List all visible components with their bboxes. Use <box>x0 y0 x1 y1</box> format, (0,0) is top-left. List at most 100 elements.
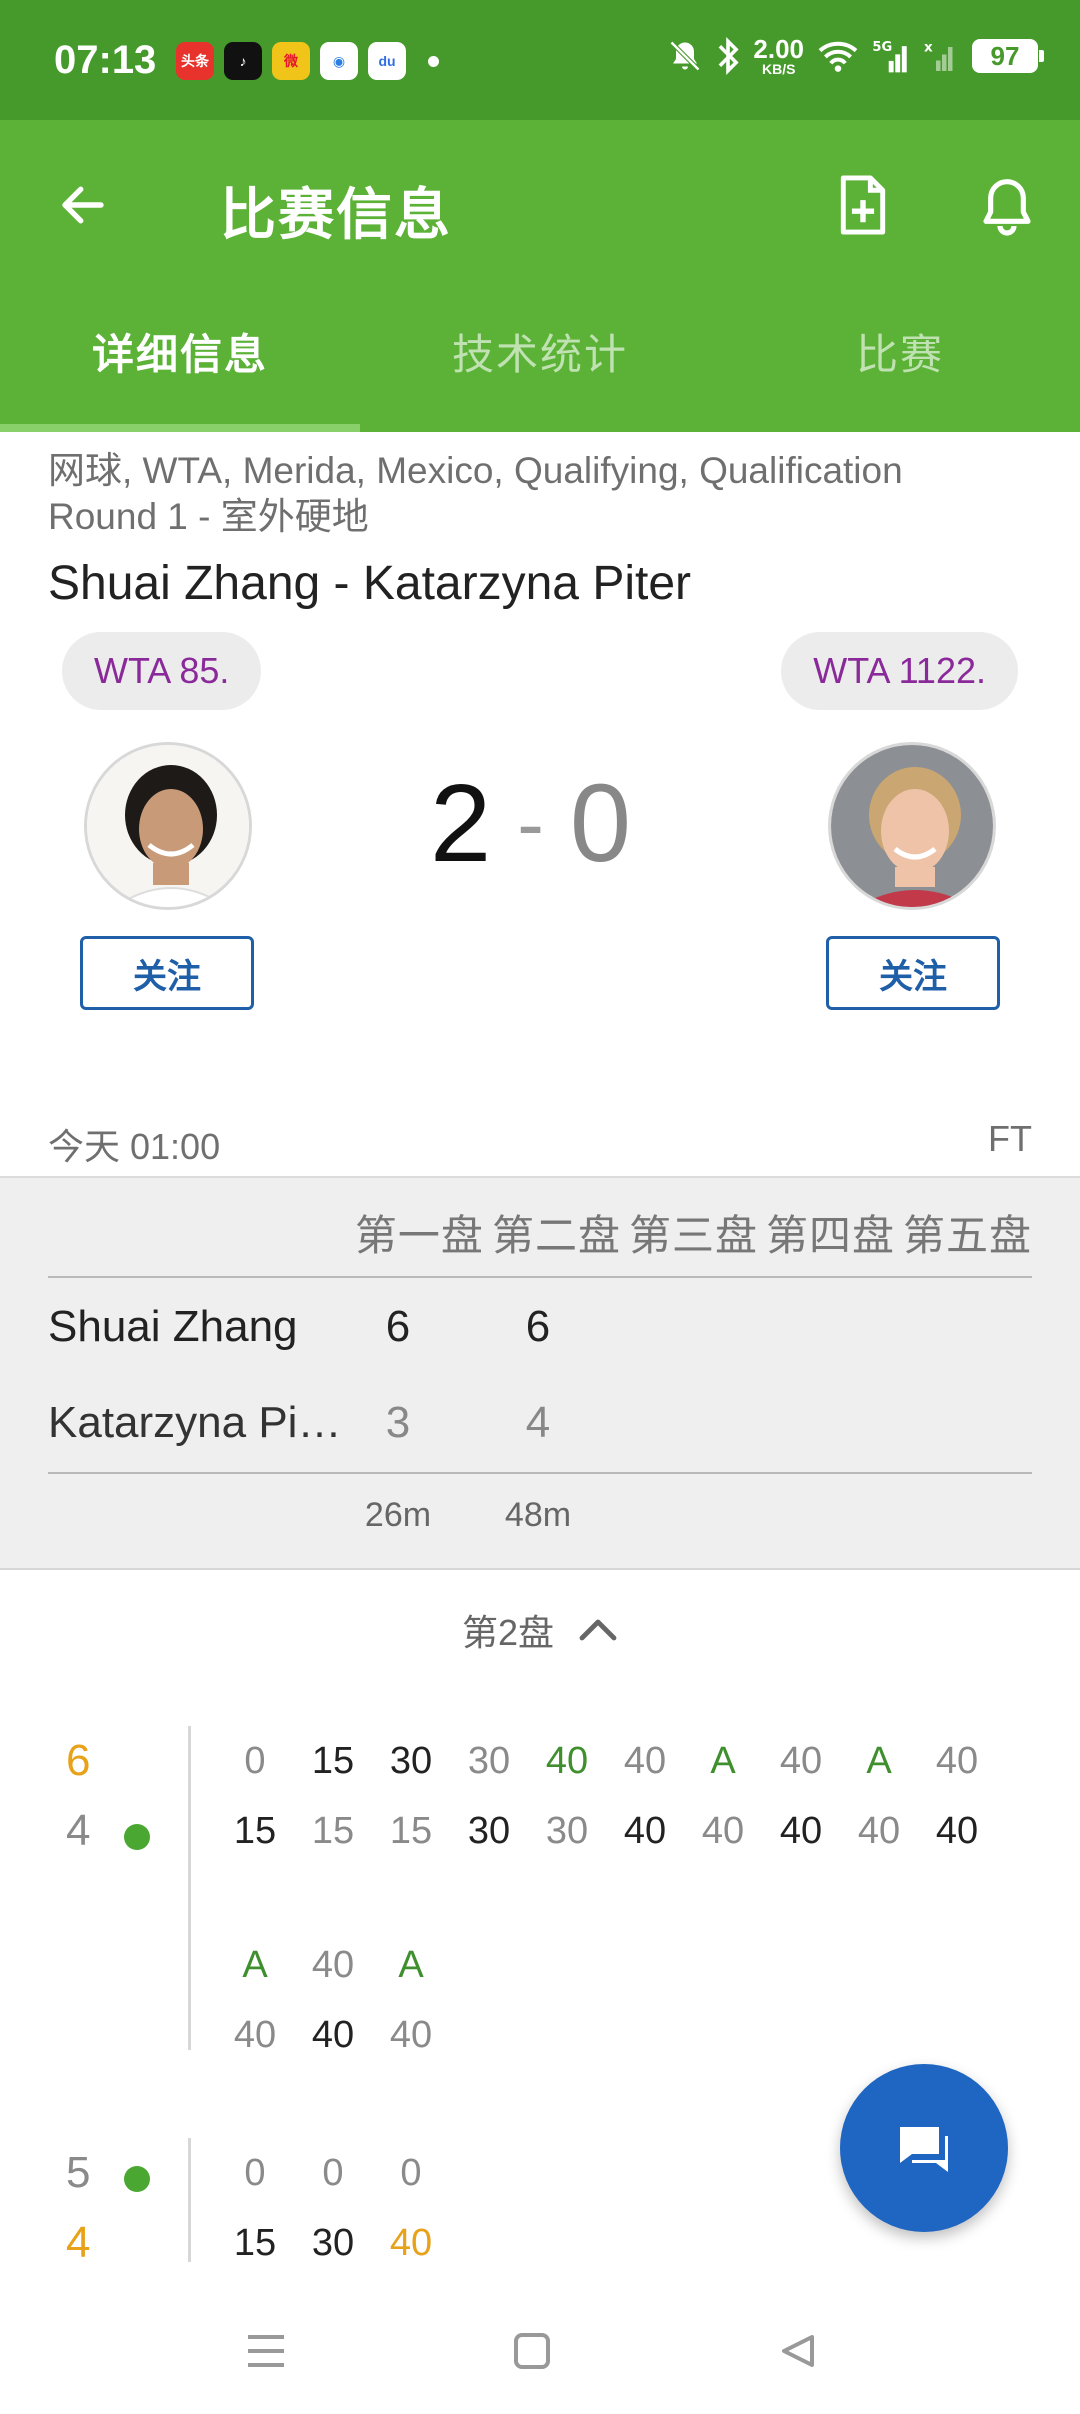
file-add-icon <box>840 175 886 235</box>
sets-table: 第一盘 第二盘 第三盘 第四盘 第五盘 Shuai Zhang 6 6 Kata… <box>0 1176 1080 1570</box>
home-player-rank: WTA 85. <box>62 632 262 710</box>
douyin-app-icon: ♪ <box>224 42 262 80</box>
point-away: 40 <box>935 1810 979 1852</box>
nav-home-button[interactable] <box>492 2316 572 2386</box>
point-away: 30 <box>311 2222 355 2264</box>
network-speed-unit: KB/S <box>761 61 796 77</box>
competition-info: 网球, WTA, Merida, Mexico, Qualifying, Qua… <box>48 450 903 537</box>
set-header-1: 第一盘 <box>354 1212 484 1259</box>
point-home: 15 <box>311 1740 355 1782</box>
point-away: 40 <box>311 2014 355 2056</box>
tab-details[interactable]: 详细信息 <box>0 280 360 432</box>
follow-home-button[interactable]: 关注 <box>80 936 254 1010</box>
game-home-games: 5 <box>66 2148 91 2197</box>
tab-bar: 详细信息 技术统计 比赛 <box>0 280 1080 432</box>
svg-text:5G: 5G <box>872 40 892 55</box>
tab-match[interactable]: 比赛 <box>720 280 1080 432</box>
point-away: 40 <box>389 2222 433 2264</box>
match-score: 2 - 0 <box>430 760 631 887</box>
point-home: A <box>866 1740 892 1782</box>
match-status: FT <box>988 1118 1032 1159</box>
point-home: 0 <box>400 2152 422 2194</box>
set1-duration: 26m <box>364 1496 432 1534</box>
set-row-home-set2: 6 <box>525 1302 551 1351</box>
score-separator: - <box>517 778 544 868</box>
nav-menu-button[interactable] <box>226 2316 306 2386</box>
point-home: 40 <box>545 1740 589 1782</box>
set-header-2: 第二盘 <box>491 1212 621 1259</box>
point-home: 0 <box>244 2152 266 2194</box>
back-button[interactable] <box>48 170 118 240</box>
match-time: 今天 01:00 <box>48 1126 221 1167</box>
set-selector[interactable]: 第2盘 <box>0 1604 1080 1656</box>
set2-duration: 48m <box>504 1496 572 1534</box>
game-divider <box>188 1726 191 2050</box>
browser-app-icon: ◉ <box>320 42 358 80</box>
status-time: 07:13 <box>54 38 157 82</box>
point-home: 0 <box>244 1740 266 1782</box>
sets-divider-bottom <box>48 1472 1032 1474</box>
point-away: 15 <box>233 2222 277 2264</box>
serve-indicator-icon <box>124 2166 150 2192</box>
add-to-calendar-button[interactable] <box>828 168 898 242</box>
sets-divider-top <box>48 1276 1032 1278</box>
game-home-games: 6 <box>66 1736 91 1785</box>
point-home: 40 <box>779 1740 823 1782</box>
point-away: 15 <box>311 1810 355 1852</box>
battery-icon: 97 <box>972 39 1044 73</box>
set-row-away-set2: 4 <box>525 1398 551 1447</box>
chevron-up-icon <box>579 1619 617 1641</box>
point-away: 30 <box>545 1810 589 1852</box>
notification-button[interactable] <box>972 168 1042 242</box>
point-home: 30 <box>467 1740 511 1782</box>
game-away-games: 4 <box>66 1806 91 1855</box>
away-player-rank: WTA 1122. <box>781 632 1018 710</box>
point-away: 15 <box>389 1810 433 1852</box>
away-score: 0 <box>569 762 632 885</box>
page-title: 比赛信息 <box>220 183 452 246</box>
home-player-avatar[interactable] <box>84 742 252 910</box>
away-player-avatar[interactable] <box>828 742 996 910</box>
nav-back-button[interactable] <box>758 2316 838 2386</box>
point-home: 40 <box>935 1740 979 1782</box>
point-away: 30 <box>467 1810 511 1852</box>
point-away: 40 <box>779 1810 823 1852</box>
point-home: 40 <box>311 1944 355 1986</box>
baidu-app-icon: du <box>368 42 406 80</box>
follow-away-button[interactable]: 关注 <box>826 936 1000 1010</box>
bluetooth-icon <box>719 37 740 75</box>
app-bar: 比赛信息 <box>0 120 1080 280</box>
match-title: Shuai Zhang - Katarzyna Piter <box>48 557 692 610</box>
tab-statistics[interactable]: 技术统计 <box>360 280 720 432</box>
home-score: 2 <box>430 762 492 885</box>
point-away: 40 <box>389 2014 433 2056</box>
set-row-away: Katarzyna Piter 3 4 <box>48 1388 1032 1458</box>
home-player-photo <box>87 745 249 907</box>
point-away: 40 <box>857 1810 901 1852</box>
status-bar: 07:13 头条 ♪ 微 ◉ du 2.00 KB/S 5G x 97 <box>0 0 1080 120</box>
game-divider <box>188 2138 191 2262</box>
set-row-home: Shuai Zhang 6 6 <box>48 1292 1032 1362</box>
signal-5g-icon: 5G <box>872 40 907 73</box>
network-speed-value: 2.00 <box>753 34 804 64</box>
menu-icon <box>248 2335 284 2367</box>
wifi-icon <box>818 41 858 72</box>
chat-button[interactable] <box>840 2064 1008 2232</box>
point-home: A <box>710 1740 736 1782</box>
triangle-back-icon <box>782 2335 814 2367</box>
toutiao-app-icon: 头条 <box>176 42 214 80</box>
network-speed: 2.00 KB/S <box>753 36 804 76</box>
set-row-away-name: Katarzyna Piter <box>48 1398 348 1447</box>
svg-text:x: x <box>924 40 933 56</box>
status-app-icons: 头条 ♪ 微 ◉ du <box>176 42 439 80</box>
point-away: 40 <box>233 2014 277 2056</box>
arrow-left-icon <box>62 186 104 224</box>
point-away: 40 <box>701 1810 745 1852</box>
point-home: 40 <box>623 1740 667 1782</box>
point-away: 40 <box>623 1810 667 1852</box>
set-header-4: 第四盘 <box>765 1212 895 1259</box>
sets-header: 第一盘 第二盘 第三盘 第四盘 第五盘 <box>355 1202 1032 1263</box>
mute-bell-icon <box>670 40 701 72</box>
status-indicators: 2.00 KB/S 5G x 97 <box>667 36 1044 76</box>
set-selector-label: 第2盘 <box>461 1612 555 1653</box>
